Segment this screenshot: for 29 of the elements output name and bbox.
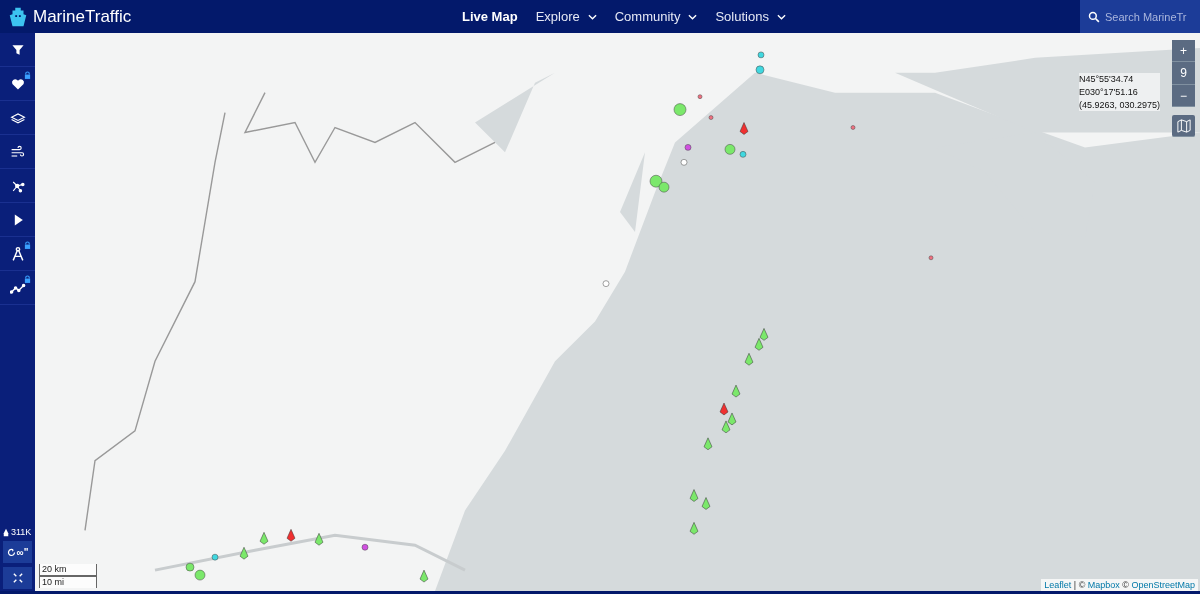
zoom-in-button[interactable]: + xyxy=(1172,40,1195,62)
boat-icon xyxy=(3,527,9,537)
refresh-icon xyxy=(6,547,16,557)
nav-link[interactable]: Community xyxy=(614,9,698,24)
zoom-level: 9 xyxy=(1172,62,1195,85)
brand-name[interactable]: MarineTraffic xyxy=(33,6,132,27)
attribution-text: | © xyxy=(1072,580,1087,590)
zoom-out-button[interactable]: − xyxy=(1172,85,1195,107)
scale-bar: 10 mi xyxy=(39,576,97,588)
coordinate-text: E030°17'51.16 xyxy=(1078,86,1139,98)
scale-bar: 20 km xyxy=(39,564,97,576)
fullscreen-button[interactable] xyxy=(3,567,32,589)
map-type-button[interactable] xyxy=(1172,115,1195,137)
nav-link[interactable]: Solutions xyxy=(715,9,786,24)
coordinate-text: (45.9263, 030.2975) xyxy=(1078,99,1160,111)
wind-icon xyxy=(9,143,26,160)
expand-icon xyxy=(12,573,23,583)
attribution-link[interactable]: OpenStreetMap xyxy=(1131,580,1195,590)
search-field[interactable]: Search MarineTr xyxy=(1080,0,1200,33)
ship-logo-icon xyxy=(7,5,29,28)
folded-map-icon xyxy=(1176,118,1191,133)
attribution-text: © xyxy=(1121,580,1130,590)
nav-link[interactable]: Live Map xyxy=(462,9,518,24)
nav-link[interactable]: Explore xyxy=(535,9,597,24)
refresh-button[interactable]: ∞" xyxy=(3,541,32,563)
attribution-link[interactable]: Mapbox xyxy=(1087,580,1120,590)
vessel-count: 311K xyxy=(11,527,32,537)
coordinate-text: N45°55'34.74 xyxy=(1078,73,1135,85)
attribution-link[interactable]: Leaflet xyxy=(1044,580,1072,590)
